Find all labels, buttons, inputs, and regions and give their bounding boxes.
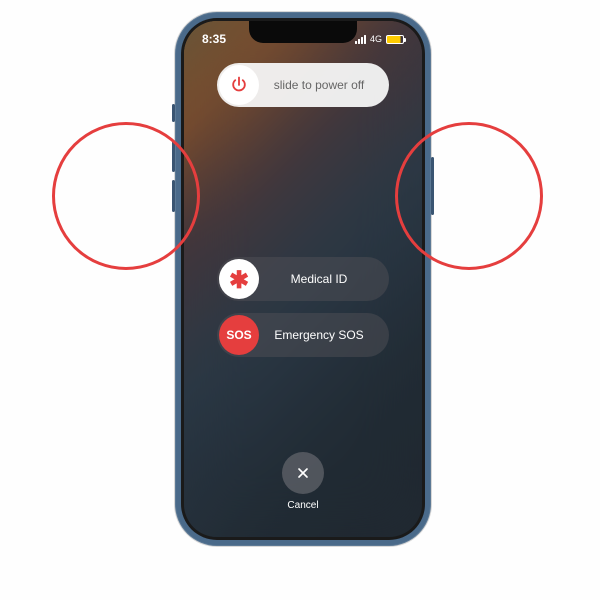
emergency-sos-slider[interactable]: SOS Emergency SOS bbox=[217, 313, 389, 357]
cancel-button[interactable] bbox=[282, 452, 324, 494]
iphone-frame: 8:35 4G slide bbox=[175, 12, 431, 546]
medical-id-slider[interactable]: ✱ Medical ID bbox=[217, 257, 389, 301]
signal-icon bbox=[355, 35, 366, 44]
close-icon bbox=[295, 465, 311, 481]
network-label: 4G bbox=[370, 34, 382, 44]
cancel-label: Cancel bbox=[287, 500, 318, 511]
emergency-sos-label: Emergency SOS bbox=[261, 328, 389, 342]
status-time: 8:35 bbox=[202, 32, 226, 46]
annotation-circle-left bbox=[52, 122, 200, 270]
medical-id-knob[interactable]: ✱ bbox=[219, 259, 259, 299]
notch bbox=[249, 21, 357, 43]
sos-icon: SOS bbox=[226, 328, 251, 342]
power-off-label: slide to power off bbox=[261, 78, 389, 92]
mute-switch[interactable] bbox=[172, 104, 175, 122]
power-icon bbox=[229, 75, 249, 95]
power-off-knob[interactable] bbox=[219, 65, 259, 105]
screen: 8:35 4G slide bbox=[184, 21, 422, 537]
medical-id-label: Medical ID bbox=[261, 272, 389, 286]
battery-icon bbox=[386, 35, 404, 44]
sos-knob[interactable]: SOS bbox=[219, 315, 259, 355]
power-off-slider[interactable]: slide to power off bbox=[217, 63, 389, 107]
asterisk-icon: ✱ bbox=[229, 269, 249, 293]
